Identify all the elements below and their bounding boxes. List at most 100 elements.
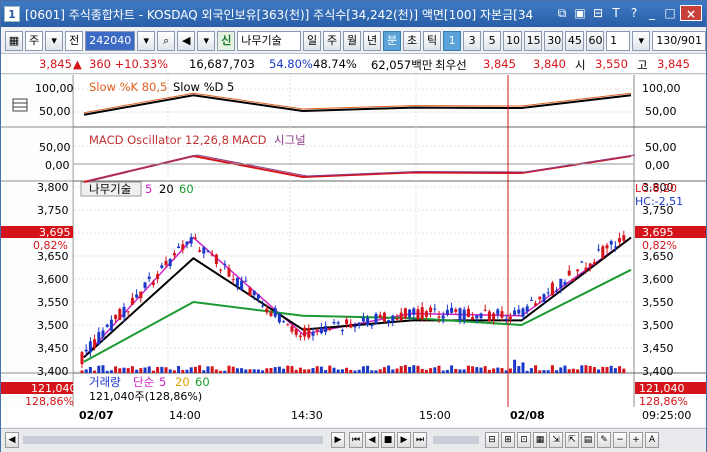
interval-15[interactable]: 15 [523,30,543,51]
shrink-icon[interactable]: ⇱ [565,432,579,448]
candle-body [508,316,512,319]
period-tick[interactable]: 틱 [423,30,442,51]
zoom-plus-icon[interactable]: + [629,432,643,448]
candle-body [147,276,151,279]
candle-body [143,282,147,288]
auto-icon[interactable]: A [645,432,659,448]
whole-select[interactable]: 전 [65,30,84,51]
volume-ratio: 54.80% [269,57,313,71]
close-icon[interactable]: × [680,5,702,21]
candle-body [517,309,521,314]
minimize-icon[interactable]: _ [644,5,660,21]
fit-icon[interactable]: ⊡ [517,432,531,448]
period-week[interactable]: 주 [323,30,342,51]
pin-icon[interactable]: ⊟ [590,5,606,21]
history-icon[interactable]: ▾ [197,30,216,51]
search-icon[interactable]: ⌕ [157,30,176,51]
period-day[interactable]: 일 [303,30,322,51]
candle-body [420,307,424,320]
candle-body [244,280,248,282]
help-icon[interactable]: ? [626,5,642,21]
candle-body [483,309,487,311]
grid-view-icon[interactable]: ▦ [533,432,547,448]
save-icon[interactable]: ▣ [572,5,588,21]
stoch-title-d: Slow %D 5 [173,80,234,94]
volume-bar [97,365,101,373]
period-minute[interactable]: 분 [383,30,402,51]
volume-bar [588,365,592,373]
stock-code-input[interactable]: 242040 [85,30,136,51]
chevron-down-icon[interactable]: ▾ [45,30,64,51]
candle-body [349,323,353,328]
interval-5[interactable]: 5 [483,30,502,51]
expand-icon[interactable]: ⇲ [549,432,563,448]
volume-title: 거래량 [89,375,121,389]
price-legend-ma20: 20 [159,182,174,196]
volume-bar [139,368,143,373]
grid-icon[interactable]: ▦ [5,30,23,51]
scroll-right-icon[interactable]: ▶ [331,432,345,448]
candle-body [265,308,269,313]
chart-type-icon[interactable]: ▤ [581,432,595,448]
restore-icon[interactable]: ⧉ [554,5,570,21]
interval-select[interactable]: 1 [606,30,631,51]
market-select[interactable]: 주 [25,30,44,51]
period-second[interactable]: 초 [403,30,422,51]
speaker-icon[interactable]: ◀ [177,30,196,51]
stop-icon[interactable]: ■ [381,432,395,448]
period-year[interactable]: 년 [363,30,382,51]
candle-body [269,312,273,316]
code-dropdown-icon[interactable]: ▾ [137,30,156,51]
interval-10[interactable]: 10 [503,30,522,51]
rewind-icon[interactable]: ⏮ [349,432,363,448]
candle-body [114,314,118,319]
trade-amount: 62,057백만 [371,58,433,72]
zoom-minus-icon[interactable]: − [613,432,627,448]
candle-body [256,294,260,299]
candle-body [210,254,214,256]
price-change: 360 +10.33% [89,57,169,71]
zoom-out-icon[interactable]: ⊟ [485,432,499,448]
scroll-left-icon[interactable]: ◀ [5,432,19,448]
scroll-bar[interactable]: ◀ ▶ ⏮ ◀ ■ ▶ ⏭ ⊟ ⊞ ⊡ ▦ ⇲ ⇱ ▤ ✎ − + A [1,428,706,452]
speed-track[interactable] [433,436,479,444]
macd-title: MACD Oscillator 12,26,8 [89,133,229,147]
volume-bar [475,367,479,373]
interval-60[interactable]: 60 [585,30,605,51]
volume-bar [487,369,491,373]
best-quote-label: 최우선 [435,58,467,72]
fast-forward-icon[interactable]: ⏭ [413,432,427,448]
candle-body [370,325,374,327]
zoom-in-icon[interactable]: ⊞ [501,432,515,448]
volume-bar [122,367,126,373]
stoch-title-k: Slow %K 80,5 [89,80,167,94]
volume-bar [580,365,584,373]
candle-body [231,279,235,281]
candle-body [139,291,143,299]
interval-1[interactable]: 1 [443,30,462,51]
volume-bar [361,366,365,373]
title-bar[interactable]: 1 [0601] 주식종합차트 - KOSDAQ 외국인보유[363(천)] 주… [1,1,706,27]
candle-body [118,309,122,320]
new-stock-badge[interactable]: 신 [217,30,236,51]
maximize-icon[interactable]: □ [662,5,678,21]
volume-bar [177,366,181,373]
candle-body [550,282,554,296]
volume-bar [332,367,336,373]
draw-icon[interactable]: ✎ [597,432,611,448]
period-month[interactable]: 월 [343,30,362,51]
play-icon[interactable]: ▶ [397,432,411,448]
chart-svg[interactable]: Slow %K 80,5 Slow %D 5 100,00 50,00 100,… [1,75,707,408]
volume-bar [294,369,298,373]
volume-bar [420,368,424,373]
text-icon[interactable]: T [608,5,624,21]
interval-30[interactable]: 30 [544,30,563,51]
chart-area[interactable]: Slow %K 80,5 Slow %D 5 100,00 50,00 100,… [1,75,707,413]
interval-3[interactable]: 3 [463,30,482,51]
play-back-icon[interactable]: ◀ [365,432,379,448]
interval-dropdown-icon[interactable]: ▾ [632,30,651,51]
scroll-track[interactable] [23,436,323,444]
volume-bar [521,362,525,373]
volume-bar [471,366,475,373]
interval-45[interactable]: 45 [564,30,584,51]
